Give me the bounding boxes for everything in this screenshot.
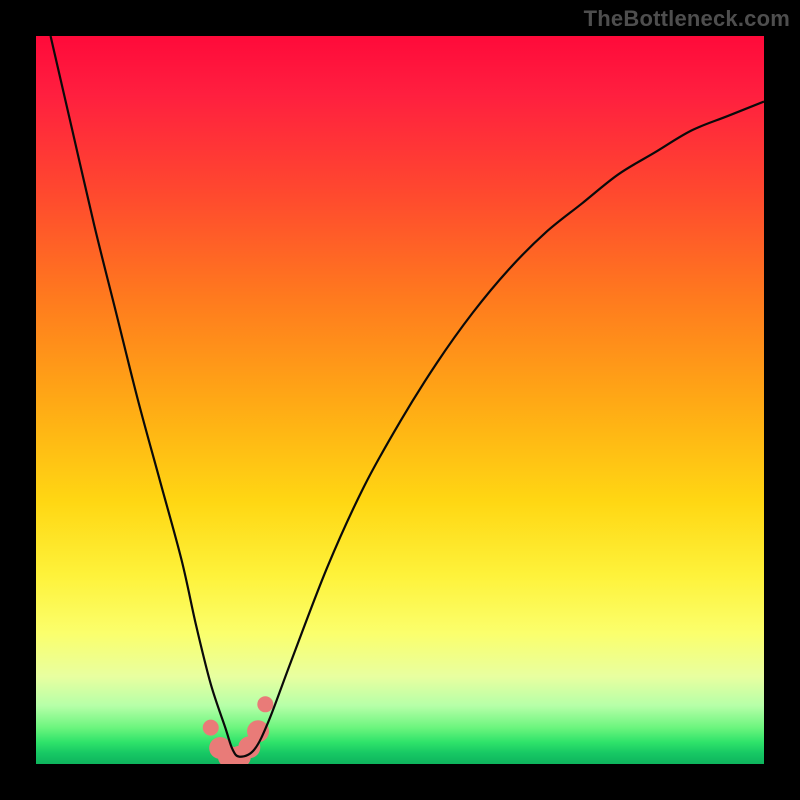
plot-area (36, 36, 764, 764)
highlight-dot (247, 720, 269, 742)
chart-svg (36, 36, 764, 764)
marker-group (203, 696, 274, 764)
highlight-dot (203, 720, 219, 736)
watermark-text: TheBottleneck.com (584, 6, 790, 32)
chart-frame: TheBottleneck.com (0, 0, 800, 800)
v-curve-path (51, 36, 764, 757)
highlight-dot (257, 696, 273, 712)
